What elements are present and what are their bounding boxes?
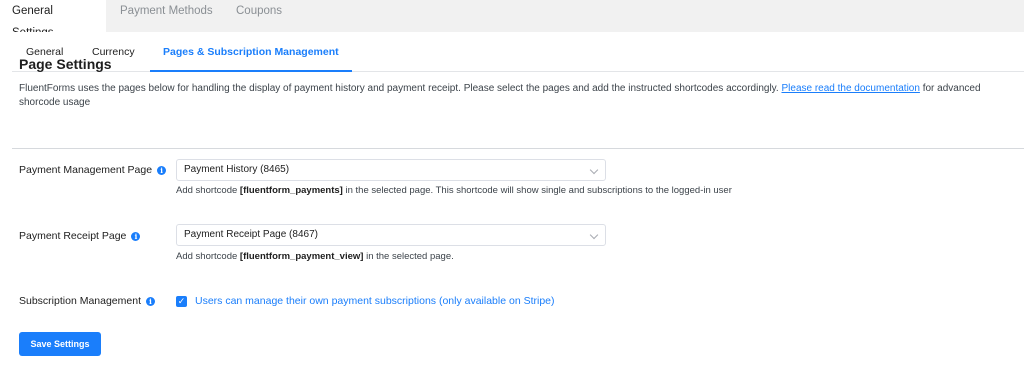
payment-management-label-text: Payment Management Page [19,164,153,176]
info-icon[interactable]: i [131,231,141,241]
payment-receipt-label: Payment Receipt Page i [19,230,141,242]
save-settings-button[interactable]: Save Settings [19,332,101,356]
payment-management-label: Payment Management Page i [19,164,167,176]
tab-coupons[interactable]: Coupons [224,0,294,32]
payment-management-selected: Payment History (8465) [184,164,290,175]
chevron-down-icon [589,165,599,175]
tab-general-settings[interactable]: General Settings [0,0,106,39]
subscription-management-label-text: Subscription Management [19,295,141,307]
hint-text: Add shortcode [176,251,240,262]
page-description: FluentForms uses the pages below for han… [19,82,1009,110]
subscription-checkbox-row[interactable]: ✓ Users can manage their own payment sub… [176,295,555,307]
info-icon[interactable]: i [146,296,155,306]
shortcode-text: [fluentform_payments] [239,185,343,196]
payment-management-hint: Add shortcode [fluentform_payments] in t… [176,185,732,196]
page-title: Page Settings [19,56,112,72]
checkmark-icon[interactable]: ✓ [176,295,187,307]
info-icon[interactable]: i [157,165,167,175]
payment-receipt-selected: Payment Receipt Page (8467) [184,229,318,240]
shortcode-text: [fluentform_payment_view] [239,251,364,262]
top-tab-bar: General Settings Payment Methods Coupons [0,0,1024,39]
hint-text-end: in the selected page. This shortcode wil… [342,185,732,196]
payment-receipt-label-text: Payment Receipt Page [19,230,127,242]
payment-management-select[interactable]: Payment History (8465) [176,159,606,181]
page-settings-section: Page Settings FluentForms uses the pages… [19,56,1009,110]
hint-text-end: in the selected page. [363,251,454,262]
section-divider [12,148,1024,149]
subscription-management-label: Subscription Management i [19,295,155,307]
payment-receipt-select[interactable]: Payment Receipt Page (8467) [176,224,606,246]
payment-receipt-hint: Add shortcode [fluentform_payment_view] … [176,251,454,262]
description-text: FluentForms uses the pages below for han… [19,83,782,94]
documentation-link[interactable]: Please read the documentation [781,83,919,94]
chevron-down-icon [589,230,599,240]
hint-text: Add shortcode [176,185,240,196]
tab-payment-methods[interactable]: Payment Methods [108,0,225,32]
subscription-checkbox-label[interactable]: Users can manage their own payment subsc… [195,295,555,307]
